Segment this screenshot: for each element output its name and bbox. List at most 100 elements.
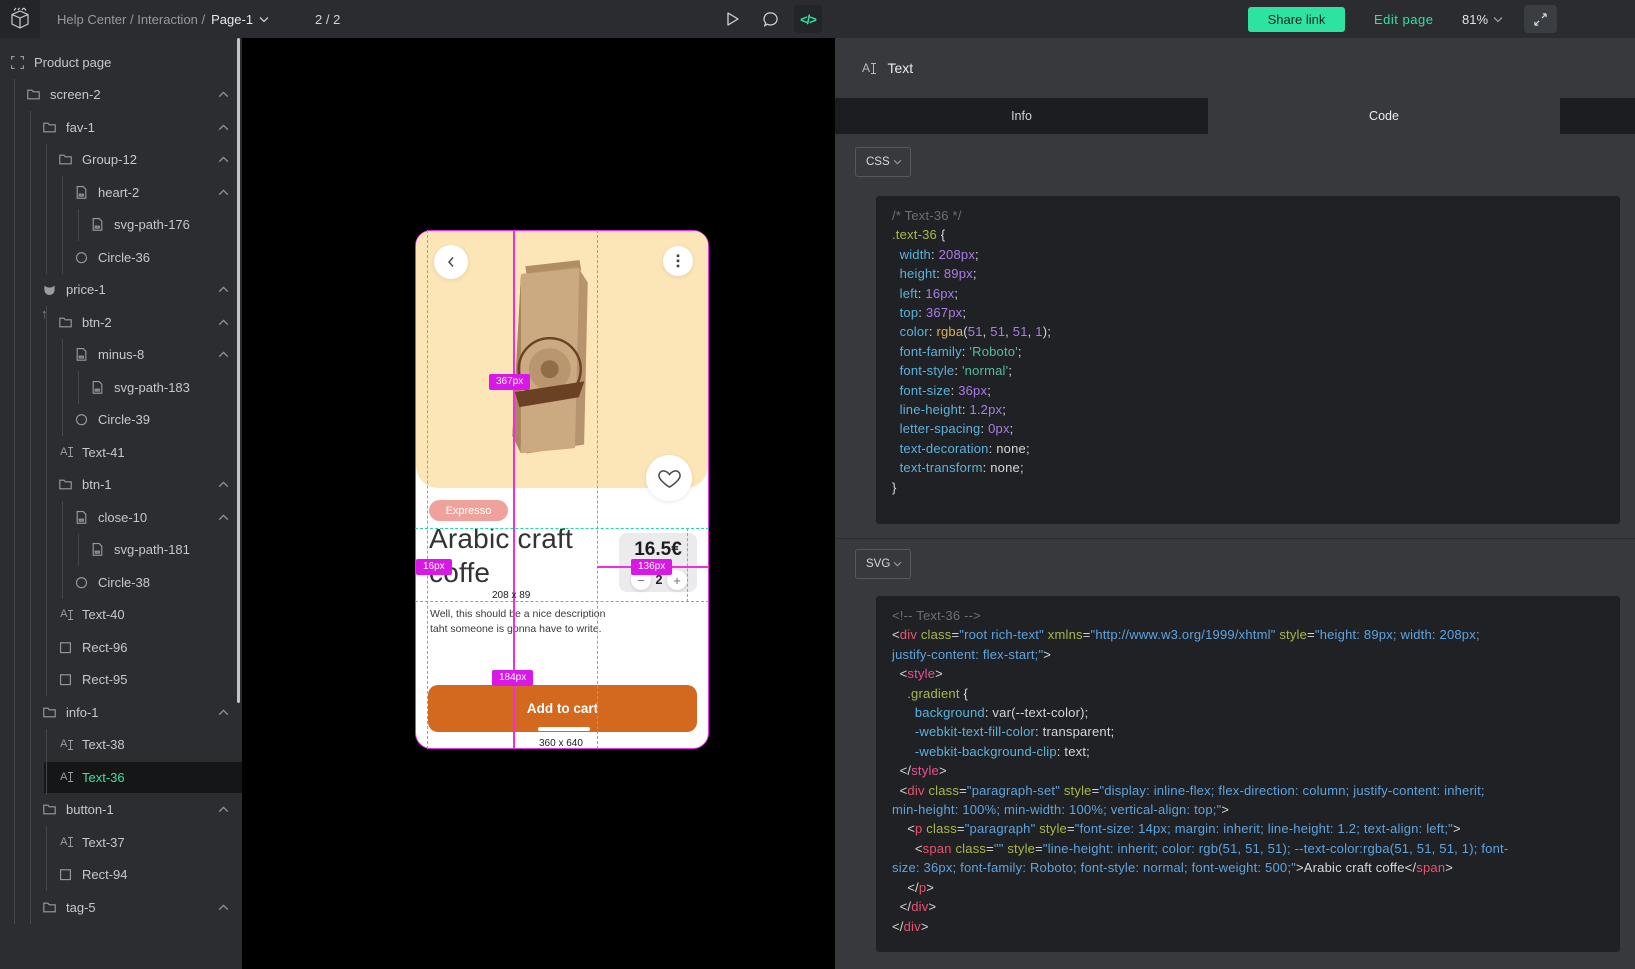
layer-item-circle-36[interactable]: Circle-36 <box>0 241 242 274</box>
play-button[interactable] <box>718 5 746 33</box>
layer-label: Text-37 <box>82 835 125 850</box>
play-icon <box>725 11 740 27</box>
code-line: -webkit-text-fill-color: transparent; <box>892 722 1604 741</box>
css-language-dropdown[interactable]: CSS <box>855 147 911 177</box>
tree-guide-line <box>14 566 15 599</box>
tab-info[interactable]: Info <box>835 98 1208 134</box>
panel-divider <box>835 538 1635 539</box>
chevron-up-icon[interactable] <box>218 709 229 716</box>
code-icon: </> <box>800 12 816 27</box>
layer-item-info-1[interactable]: info-1 <box>0 696 242 729</box>
measure-chip-left: 16px <box>416 559 452 575</box>
layer-item-tag-5[interactable]: tag-5 <box>0 891 242 924</box>
layer-item-text-38[interactable]: AText-38 <box>0 729 242 762</box>
tree-guide-line <box>30 339 31 372</box>
layer-item-button-1[interactable]: button-1 <box>0 794 242 827</box>
layer-label: close-10 <box>98 510 147 525</box>
folder-icon <box>42 120 57 135</box>
fullscreen-button[interactable] <box>1524 5 1557 33</box>
tab-code[interactable]: Code <box>1208 98 1560 134</box>
text-icon: A <box>58 607 73 622</box>
layer-item-product page[interactable]: Product page <box>0 46 242 79</box>
text-icon: A <box>58 445 73 460</box>
code-line: height: 89px; <box>892 264 1604 283</box>
chevron-up-icon[interactable] <box>218 286 229 293</box>
price-value: 16.5€ <box>619 539 697 561</box>
design-frame-screen[interactable]: Expresso Arabic craft coffe 16.5€ − 2 + … <box>415 230 709 749</box>
layer-label: Rect-94 <box>82 867 128 882</box>
tree-guide-line <box>30 696 31 729</box>
chevron-up-icon[interactable] <box>218 189 229 196</box>
inspector-header: A Text <box>835 38 1635 98</box>
layer-item-text-40[interactable]: A Text-40 <box>0 599 242 632</box>
design-canvas[interactable]: Expresso Arabic craft coffe 16.5€ − 2 + … <box>242 38 835 969</box>
layer-label: Text-38 <box>82 737 125 752</box>
sidebar-scrollbar[interactable] <box>237 38 240 703</box>
layer-label: Text-40 <box>82 607 125 622</box>
layer-item-svg-path-176[interactable]: svg-path-176 <box>0 209 242 242</box>
tree-guide-line <box>62 501 63 534</box>
layer-item-text-37[interactable]: AText-37 <box>0 826 242 859</box>
layer-label: btn-1 <box>82 477 112 492</box>
tree-guide-line <box>30 144 31 177</box>
more-menu-button[interactable] <box>663 246 693 276</box>
layer-item-rect-96[interactable]: Rect-96 <box>0 631 242 664</box>
tree-guide-line <box>14 599 15 632</box>
layer-item-heart-2[interactable]: heart-2 <box>0 176 242 209</box>
tree-guide-line <box>14 761 15 794</box>
css-code-block[interactable]: /* Text-36 */.text-36 { width: 208px; he… <box>876 196 1620 524</box>
layer-item-fav-1[interactable]: fav-1 <box>0 111 242 144</box>
layer-item-text-41[interactable]: AText-41 <box>0 436 242 469</box>
inspector-tabbar: Info Code <box>835 98 1635 134</box>
layer-item-close-10[interactable]: close-10 <box>0 501 242 534</box>
comment-button[interactable] <box>756 5 784 33</box>
chevron-up-icon[interactable] <box>218 156 229 163</box>
layer-item-circle-38[interactable]: Circle-38 <box>0 566 242 599</box>
tree-guide-line <box>30 891 31 924</box>
chevron-up-icon[interactable] <box>218 806 229 813</box>
add-to-cart-button[interactable]: Add to cart <box>428 685 697 732</box>
zoom-dropdown[interactable]: 81% <box>1462 0 1503 38</box>
tree-guide-line <box>14 241 15 274</box>
layer-item-group-12[interactable]: Group-12 <box>0 144 242 177</box>
app-logo[interactable] <box>0 0 40 38</box>
tree-guide-line <box>30 761 31 794</box>
layer-item-price-1[interactable]: price-1 <box>0 274 242 307</box>
code-line: </div> <box>892 897 1604 916</box>
back-button[interactable] <box>434 245 468 279</box>
chevron-up-icon[interactable] <box>218 351 229 358</box>
chevron-up-icon[interactable] <box>218 904 229 911</box>
share-link-button[interactable]: Share link <box>1248 7 1345 32</box>
product-title[interactable]: Arabic craft coffe <box>429 522 607 590</box>
svg-language-dropdown[interactable]: SVG <box>855 549 911 579</box>
quantity-value: 2 <box>656 573 663 587</box>
chevron-up-icon[interactable] <box>218 319 229 326</box>
code-mode-button[interactable]: </> <box>794 5 822 33</box>
svg-code-block[interactable]: <!-- Text-36 --><div class="root rich-te… <box>876 596 1620 952</box>
chevron-up-icon[interactable] <box>218 514 229 521</box>
tree-guide-line <box>46 469 47 502</box>
layer-item-circle-39[interactable]: Circle-39 <box>0 404 242 437</box>
tree-guide-line <box>30 826 31 859</box>
measure-chip-bottom: 184px <box>492 670 533 686</box>
layer-item-screen-2[interactable]: screen-2 <box>0 79 242 112</box>
layer-item-btn-2[interactable]: btn-2 <box>0 306 242 339</box>
folder-icon <box>42 705 57 720</box>
category-tag[interactable]: Expresso <box>429 500 508 521</box>
edit-page-link[interactable]: Edit page <box>1374 0 1433 38</box>
layer-item-rect-95[interactable]: Rect-95 <box>0 664 242 697</box>
chevron-up-icon[interactable] <box>218 481 229 488</box>
layer-item-text-36[interactable]: AText-36 <box>0 761 242 794</box>
layer-label: minus-8 <box>98 347 144 362</box>
layer-item-svg-path-183[interactable]: svg-path-183 <box>0 371 242 404</box>
circle-icon <box>74 250 89 265</box>
share-link-label: Share link <box>1268 12 1326 27</box>
layer-item-btn-1[interactable]: btn-1 <box>0 469 242 502</box>
layer-item-rect-94[interactable]: Rect-94 <box>0 859 242 892</box>
layer-item-minus-8[interactable]: minus-8 <box>0 339 242 372</box>
chevron-up-icon[interactable] <box>218 124 229 131</box>
layer-item-svg-path-181[interactable]: svg-path-181 <box>0 534 242 567</box>
chevron-up-icon[interactable] <box>218 91 229 98</box>
favorite-button[interactable] <box>646 455 692 501</box>
breadcrumb[interactable]: Help Center / Interaction / Page-1 <box>57 0 269 38</box>
